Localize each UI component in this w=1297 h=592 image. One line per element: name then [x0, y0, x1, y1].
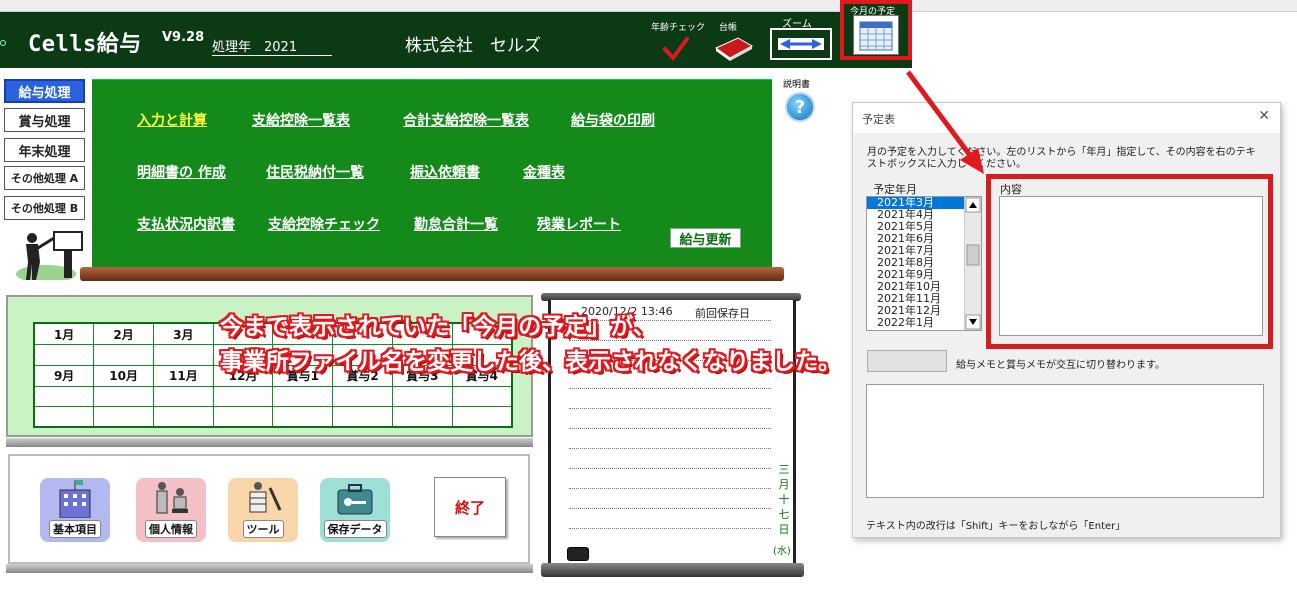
link-resident-tax[interactable]: 住民税納付一覧 [266, 162, 364, 182]
link-payroll-list[interactable]: 支給控除一覧表 [252, 110, 350, 130]
presenter-illustration [16, 226, 86, 283]
exit-button[interactable]: 終了 [434, 477, 506, 537]
month-list-label: 予定年月 [873, 183, 917, 196]
dialog-footer-note: テキスト内の改行は「Shift」キーをおしながら「Enter」 [866, 521, 1126, 532]
tools-icon [249, 482, 282, 513]
memo-line [569, 448, 771, 449]
memo-line [569, 528, 771, 529]
sidebar-item-other-a[interactable]: その他処理 A [4, 166, 85, 190]
processing-year: 処理年 2021 [212, 36, 332, 56]
swap-memo-button[interactable] [867, 350, 947, 372]
monthly-schedule-button[interactable]: 今月の予定 [840, 0, 912, 60]
sidebar-item-bonus[interactable]: 賞与処理 [4, 108, 85, 132]
salary-update-button[interactable]: 給与更新 [670, 228, 741, 248]
book-icon[interactable] [712, 34, 756, 62]
basic-items-label: 基本項目 [49, 520, 101, 538]
memo-line [569, 508, 771, 509]
top-strip [0, 0, 1297, 12]
briefcase-key-icon [337, 484, 373, 515]
age-check-label: 年齢チェック [651, 23, 706, 33]
link-payment-breakdown[interactable]: 支払状況内訳書 [137, 214, 235, 234]
checkmark-icon[interactable] [662, 36, 690, 62]
app-title: Cells給与 [28, 32, 142, 57]
month-cell[interactable]: 3月 [152, 322, 214, 346]
scroll-roll-bottom [541, 563, 804, 577]
tools-label: ツール [242, 520, 284, 538]
manual-label: 説明書 [783, 80, 811, 90]
months-panel-bar [6, 438, 533, 447]
day-of-week: (水) [773, 546, 791, 557]
month-cell[interactable]: 9月 [33, 364, 95, 388]
dialog-title: 予定表 [862, 113, 895, 126]
scroll-handle[interactable] [567, 547, 589, 561]
highlight-box [986, 174, 1273, 349]
annotation-callout: 今まで表示されていた「今月の予定」が、 事業所ファイル名を変更した後、表示されな… [220, 314, 841, 375]
personal-info-button[interactable]: 個人情報 [136, 478, 206, 542]
saved-data-label: 保存データ [323, 520, 387, 538]
vertical-date: 三 月 十 七 日 [778, 463, 790, 536]
memo-line [569, 468, 771, 469]
memo-line [569, 428, 771, 429]
sidebar-item-yearend[interactable]: 年末処理 [4, 138, 85, 162]
month-cell[interactable]: 2月 [93, 322, 154, 346]
board-shelf [80, 267, 784, 281]
link-print-envelope[interactable]: 給与袋の印刷 [571, 110, 655, 130]
month-cell[interactable]: 11月 [152, 364, 214, 388]
basic-items-button[interactable]: 基本項目 [40, 478, 110, 542]
link-total-payroll-list[interactable]: 合計支給控除一覧表 [403, 110, 529, 130]
link-attendance-total[interactable]: 勤怠合計一覧 [414, 214, 498, 234]
saved-data-button[interactable]: 保存データ [320, 478, 390, 542]
memo-line [569, 488, 771, 489]
link-input-calc[interactable]: 入力と計算 [137, 110, 207, 130]
link-create-statement[interactable]: 明細書の 作成 [137, 162, 226, 182]
dialog-titlebar: 予定表 ✕ [853, 103, 1280, 133]
company-name: 株式会社 セルズ [405, 36, 541, 56]
month-cell[interactable]: 10月 [93, 364, 154, 388]
header-dot [0, 40, 6, 46]
personal-info-label: 個人情報 [145, 520, 197, 538]
sidebar-item-other-b[interactable]: その他処理 B [4, 196, 85, 220]
listbox-scrollbar[interactable] [964, 197, 981, 330]
menu-board: 入力と計算 支給控除一覧表 合計支給控除一覧表 給与袋の印刷 明細書の 作成 住… [92, 79, 772, 269]
swap-note: 給与メモと賞与メモが交互に切り替わります。 [956, 360, 1165, 371]
memo-line [569, 408, 771, 409]
link-denomination[interactable]: 金種表 [523, 162, 565, 182]
app-header: Cells給与 V9.28 処理年 2021 株式会社 セルズ 年齢チェック 台… [0, 12, 912, 68]
month-cell[interactable]: 1月 [33, 322, 95, 346]
people-icon [156, 482, 188, 514]
building-icon [59, 480, 91, 518]
zoom-icon[interactable] [770, 28, 832, 60]
tools-button[interactable]: ツール [228, 478, 298, 542]
version-label: V9.28 [162, 30, 205, 45]
memo-line [569, 388, 771, 389]
month-listbox[interactable]: 2021年3月 2021年4月 2021年5月 2021年6月 2021年7月 … [866, 196, 982, 331]
sidebar-item-salary[interactable]: 給与処理 [4, 79, 85, 103]
help-icon[interactable]: ? [785, 92, 815, 122]
ledger-label: 台帳 [719, 23, 738, 33]
link-overtime-report[interactable]: 残業レポート [537, 214, 621, 234]
link-transfer-request[interactable]: 振込依頼書 [410, 162, 480, 182]
memo-textbox[interactable] [866, 384, 1264, 498]
close-icon[interactable]: ✕ [1258, 108, 1270, 124]
dialog-instructions: 月の予定を入力してください。左のリストから「年月」指定して、その内容を右のテキ … [867, 147, 1256, 170]
calendar-icon [853, 15, 899, 55]
icons-panel-bar [6, 564, 533, 573]
link-payroll-check[interactable]: 支給控除チェック [268, 214, 380, 234]
